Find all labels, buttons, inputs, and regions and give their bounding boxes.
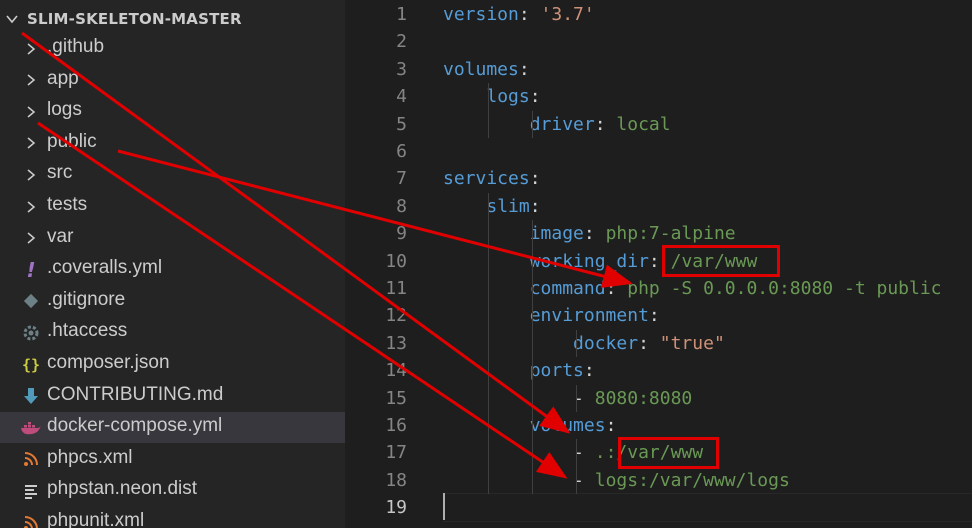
- line-number: 10: [385, 250, 407, 272]
- line-number: 11: [385, 278, 407, 299]
- line-number: 8: [396, 195, 407, 217]
- indent-guide: [576, 384, 577, 412]
- tree-item-label: tests: [47, 194, 88, 215]
- rss-icon: [20, 512, 42, 528]
- line-number-gutter: 1 2 3 4 5 6 7 8 9 10 11 12 13 14 15 16 17 18 19: [345, 0, 443, 528]
- indent-guide: [576, 439, 577, 495]
- code-line[interactable]: logs:: [443, 83, 540, 110]
- line-number: 18: [385, 469, 407, 491]
- rss-icon: [20, 448, 42, 470]
- line-number: 12: [385, 305, 407, 327]
- indent-guide: [532, 220, 533, 495]
- file-item[interactable]: phpcs.xml: [0, 444, 345, 475]
- code-line[interactable]: volumes:: [443, 412, 617, 439]
- lines-icon: [20, 480, 42, 502]
- folder-item[interactable]: tests: [0, 191, 345, 222]
- line-number: 7: [396, 168, 407, 190]
- line-number: 13: [385, 332, 407, 354]
- explorer-root-header[interactable]: SLIM-SKELETON-MASTER: [0, 4, 345, 32]
- chevron-right-icon: [20, 196, 42, 218]
- folder-item[interactable]: .github: [0, 33, 345, 64]
- tree-item-label: .coveralls.yml: [47, 257, 163, 279]
- chevron-right-icon: [20, 69, 42, 91]
- file-item[interactable]: .gitignore: [0, 286, 345, 317]
- braces-icon: {}: [21, 355, 41, 374]
- tree-item-label: CONTRIBUTING.md: [47, 383, 224, 405]
- chevron-down-icon: [6, 15, 18, 24]
- annotation-box-working-dir: [662, 245, 780, 277]
- line-number: 1: [396, 4, 407, 25]
- chevron-right-icon: [20, 101, 42, 123]
- line-number: 16: [385, 415, 407, 436]
- git-icon: [20, 290, 42, 312]
- gear-icon: [20, 322, 42, 344]
- tree-item-label: docker-compose.yml: [47, 415, 223, 437]
- line-number: 19: [385, 497, 407, 519]
- line-number: 4: [396, 86, 407, 108]
- line-number: 6: [396, 141, 407, 162]
- code-line[interactable]: services:: [443, 165, 541, 192]
- code-line[interactable]: docker: "true": [443, 330, 725, 357]
- indent-guide: [532, 110, 533, 138]
- tree-item-label: phpstan.neon.dist: [47, 478, 198, 500]
- tree-item-label: composer.json: [47, 352, 170, 373]
- line-number: 14: [385, 360, 407, 382]
- line-number: 2: [396, 31, 407, 53]
- indent-guide: [576, 329, 577, 358]
- file-item[interactable]: ! .coveralls.yml: [0, 254, 345, 285]
- text-cursor: [443, 493, 445, 520]
- code-line[interactable]: version: '3.7': [443, 1, 595, 28]
- tree-item-label: public: [47, 130, 97, 152]
- folder-item[interactable]: var: [0, 223, 345, 254]
- folder-item[interactable]: app: [0, 65, 345, 96]
- indent-guide: [488, 83, 489, 138]
- explorer-sidebar: SLIM-SKELETON-MASTER .github app logs publi…: [0, 0, 345, 528]
- code-line[interactable]: image: php:7-alpine: [443, 220, 736, 247]
- chevron-right-icon: [20, 38, 42, 60]
- chevron-right-icon: [20, 227, 42, 249]
- tree-item-label: src: [47, 162, 73, 184]
- current-line-highlight: [443, 493, 972, 522]
- code-line[interactable]: - logs:/var/www/logs: [443, 467, 790, 494]
- chevron-right-icon: [20, 132, 42, 154]
- indent-guide: [488, 192, 489, 495]
- file-item[interactable]: phpunit.xml: [0, 507, 345, 528]
- file-item[interactable]: {} composer.json: [0, 349, 345, 380]
- code-line[interactable]: environment:: [443, 302, 660, 329]
- chevron-right-icon: [20, 164, 42, 186]
- tree-item-label: var: [47, 225, 74, 247]
- tree-item-label: app: [47, 67, 79, 89]
- code-line[interactable]: volumes:: [443, 56, 530, 83]
- folder-item[interactable]: src: [0, 159, 345, 190]
- download-arrow-icon: [20, 385, 42, 407]
- code-line[interactable]: command: php -S 0.0.0.0:8080 -t public: [443, 275, 942, 302]
- code-line[interactable]: - 8080:8080: [443, 385, 692, 412]
- code-line[interactable]: driver: local: [443, 111, 671, 138]
- file-item[interactable]: CONTRIBUTING.md: [0, 381, 345, 412]
- code-editor[interactable]: 1 2 3 4 5 6 7 8 9 10 11 12 13 14 15 16 17 18 19 version: '…: [345, 0, 972, 528]
- line-number: 5: [396, 113, 407, 135]
- folder-item[interactable]: logs: [0, 96, 345, 127]
- explorer-root-label: SLIM-SKELETON-MASTER: [27, 10, 242, 28]
- file-item[interactable]: phpstan.neon.dist: [0, 475, 345, 506]
- tree-item-label: phpcs.xml: [47, 446, 133, 468]
- tree-item-label: phpunit.xml: [47, 510, 145, 528]
- tree-item-label: .github: [47, 36, 105, 57]
- file-item[interactable]: .htaccess: [0, 317, 345, 348]
- code-line[interactable]: slim:: [443, 193, 540, 220]
- line-number: 3: [396, 58, 407, 80]
- file-item[interactable]: docker-compose.yml: [0, 412, 345, 444]
- code-line[interactable]: ports:: [443, 357, 595, 384]
- folder-item[interactable]: public: [0, 128, 345, 159]
- tree-item-label: .htaccess: [47, 320, 128, 342]
- line-number: 17: [385, 442, 407, 464]
- line-number: 9: [396, 223, 407, 245]
- tree-item-label: .gitignore: [47, 288, 126, 310]
- exclamation-icon: !: [26, 257, 36, 282]
- tree-item-label: logs: [47, 99, 82, 121]
- annotation-box-volume-path: [618, 437, 719, 469]
- docker-whale-icon: [20, 417, 42, 439]
- line-number: 15: [385, 387, 407, 409]
